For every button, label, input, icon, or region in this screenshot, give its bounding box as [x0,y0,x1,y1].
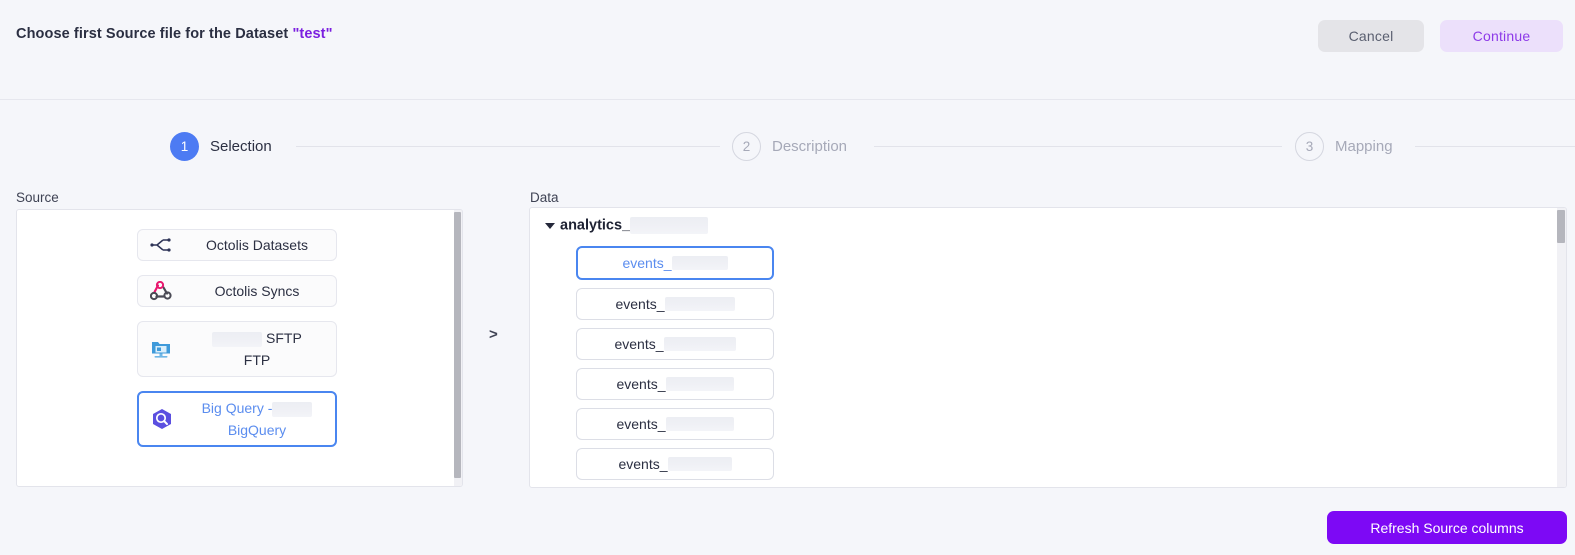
data-panel-label: Data [530,190,559,205]
source-item-label-line2: BigQuery [227,422,287,438]
data-panel-scrollbar[interactable] [1557,208,1566,487]
tree-item-events-1[interactable]: events_ [576,246,774,280]
tree-item-label: events_ [616,416,666,432]
tree-item-label: events_ [616,376,666,392]
source-item-label-line1: SFTP [266,330,302,346]
stepper-connector-2 [874,146,1282,147]
source-item-sftp-ftp[interactable]: SFTP FTP [137,321,337,377]
refresh-source-columns-button[interactable]: Refresh Source columns [1327,511,1567,544]
step-description[interactable]: 2 Description [732,125,847,167]
tree-item-events-5[interactable]: events_ [576,408,774,440]
step-description-number: 2 [732,131,761,161]
dialog-header: Choose first Source file for the Dataset… [0,0,1575,100]
step-mapping-label: Mapping [1335,137,1393,155]
branch-merge-icon [138,237,184,253]
source-item-bigquery[interactable]: Big Query - BigQuery [137,391,337,447]
source-panel-label: Source [16,190,59,205]
tree-item-label: events_ [622,255,672,271]
data-panel: analytics_ events_ events_ events_ event… [529,207,1567,488]
dataset-name: "test" [292,26,333,42]
tree-root-label: analytics_ [560,217,709,234]
bigquery-icon [139,407,185,431]
redacted-text [663,337,736,351]
tree-item-events-2[interactable]: events_ [576,288,774,320]
page-title-text: Choose first Source file for the Dataset [16,26,293,42]
chevron-right-icon: > [489,326,498,343]
tree-item-label: events_ [614,336,664,352]
source-item-label: Octolis Syncs [214,283,300,299]
source-panel: Octolis Datasets Octolis Syncs SFTP FTP … [16,209,463,487]
webhook-icon [138,281,184,301]
redacted-text [272,401,313,417]
tree-item-events-3[interactable]: events_ [576,328,774,360]
tree-item-label: events_ [618,456,668,472]
wizard-stepper: 1 Selection 2 Description 3 Mapping [0,125,1575,167]
redacted-text [667,457,732,471]
header-actions: Cancel Continue [1318,20,1563,52]
step-selection-label: Selection [210,137,272,155]
source-list: Octolis Datasets Octolis Syncs SFTP FTP … [17,210,457,486]
source-item-octolis-datasets[interactable]: Octolis Datasets [137,229,337,261]
tree-item-events-4[interactable]: events_ [576,368,774,400]
step-mapping[interactable]: 3 Mapping [1295,125,1393,167]
step-selection-number: 1 [170,131,199,161]
stepper-connector-3 [1415,146,1575,147]
source-item-label: Octolis Datasets [206,237,308,253]
source-item-octolis-syncs[interactable]: Octolis Syncs [137,275,337,307]
tree-root-node[interactable]: analytics_ [545,217,709,234]
stepper-connector-1 [296,146,720,147]
redacted-text [212,331,263,347]
page-title: Choose first Source file for the Dataset… [16,26,333,42]
source-panel-scrollbar-thumb[interactable] [454,212,461,478]
step-selection[interactable]: 1 Selection [170,125,272,167]
source-item-label: Big Query - BigQuery [185,397,335,441]
tree-root-label-text: analytics_ [560,217,631,234]
redacted-text [664,297,735,311]
tree-item-events-6[interactable]: events_ [576,448,774,480]
source-item-label: SFTP FTP [184,327,336,371]
redacted-text [671,256,728,270]
source-file-chooser-dialog: Choose first Source file for the Dataset… [0,0,1575,555]
data-tree-list: events_ events_ events_ events_ events_ … [576,246,774,480]
continue-button[interactable]: Continue [1440,20,1563,52]
source-panel-scrollbar[interactable] [454,210,462,486]
step-description-label: Description [772,137,848,155]
cancel-button[interactable]: Cancel [1318,20,1424,52]
redacted-text [630,217,709,234]
tree-item-label: events_ [615,296,665,312]
source-item-label-line2: FTP [243,352,271,368]
data-panel-scrollbar-thumb[interactable] [1557,210,1565,243]
redacted-text [665,377,734,391]
source-item-label-line1: Big Query - [201,400,273,416]
chevron-down-icon[interactable] [545,223,555,229]
step-mapping-number: 3 [1295,131,1324,161]
sftp-folder-icon [138,338,184,360]
redacted-text [665,417,734,431]
